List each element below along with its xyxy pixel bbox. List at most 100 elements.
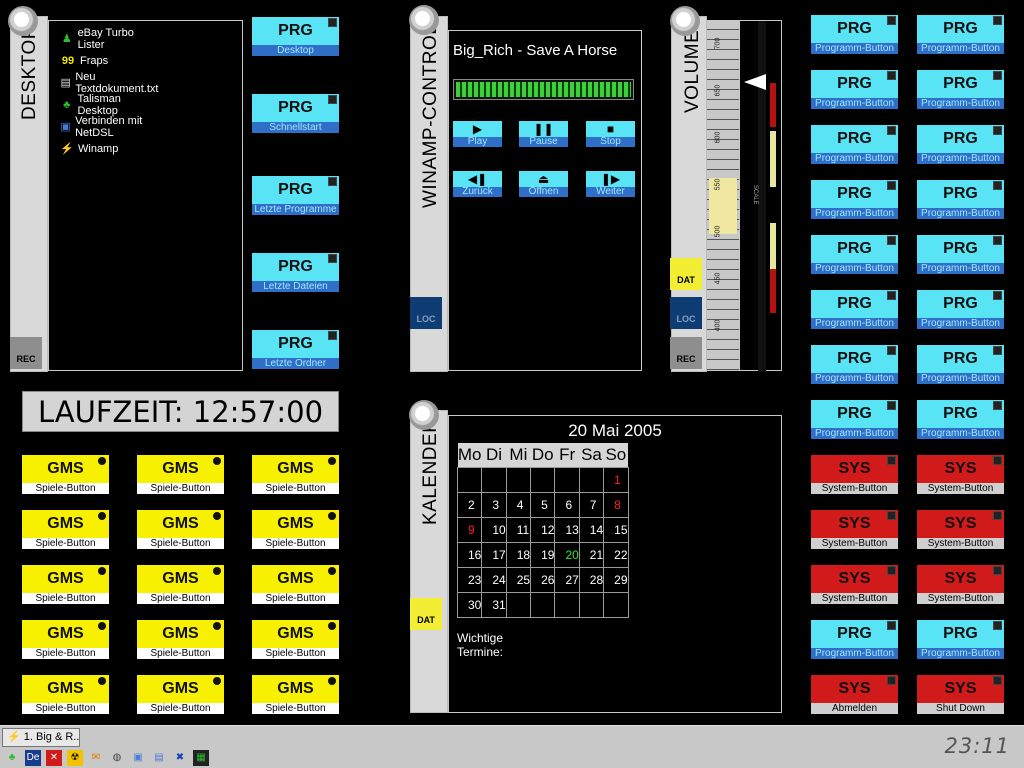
calendar-day[interactable]: 7 [578,491,605,518]
system-button-button[interactable]: SYS System-Button [811,565,898,604]
globe-icon[interactable]: ◍ [109,750,125,766]
calendar-day[interactable]: 5 [530,491,556,518]
calendar-day[interactable]: 19 [530,541,556,568]
system-button-button[interactable]: SYS System-Button [811,455,898,494]
programm-button-button[interactable]: PRG Programm-Button [917,180,1004,219]
game-button[interactable]: GMS Spiele-Button [137,455,224,494]
programm-button-button[interactable]: PRG Programm-Button [811,15,898,54]
calendar-day[interactable]: 28 [578,566,605,593]
calendar-day[interactable]: 30 [456,591,483,618]
calendar-day[interactable]: 18 [505,541,532,568]
de-icon[interactable]: De [25,750,41,766]
radioactive-icon[interactable]: ☢ [67,750,83,766]
programm-button-button[interactable]: PRG Programm-Button [917,400,1004,439]
taskbar-task-winamp[interactable]: ⚡ 1. Big & R... [2,728,80,747]
play-button[interactable]: ▶ Play [453,121,502,147]
programm-button-button[interactable]: PRG Programm-Button [917,125,1004,164]
dat-button[interactable]: DAT [410,598,442,630]
calendar-day[interactable]: 24 [481,566,507,593]
game-button[interactable]: GMS Spiele-Button [137,675,224,714]
game-button[interactable]: GMS Spiele-Button [252,510,339,549]
system-button-button[interactable]: SYS System-Button [811,510,898,549]
desktop-item-verbinden-mit-netdsl[interactable]: ▣ Verbinden mit NetDSL [60,115,161,139]
calendar-day[interactable]: 26 [530,566,556,593]
calendar-day[interactable]: 3 [481,491,507,518]
calendar-day[interactable]: 1 [603,466,629,493]
shut-down-button[interactable]: SYS Shut Down [917,675,1004,714]
calendar-day[interactable]: 11 [505,516,532,543]
flashget-icon[interactable]: ✕ [46,750,62,766]
weiter-button[interactable]: ❚▶ Weiter [586,171,635,197]
programm-button-button[interactable]: PRG Programm-Button [811,345,898,384]
programm-button-button[interactable]: PRG Programm-Button [811,400,898,439]
game-button[interactable]: GMS Spiele-Button [22,565,109,604]
game-button[interactable]: GMS Spiele-Button [252,620,339,659]
knob-icon[interactable] [8,6,38,36]
zur-ck-button[interactable]: ◀❚ Zurück [453,171,502,197]
calendar-icon[interactable]: ▤ [151,750,167,766]
knob-icon[interactable] [409,5,439,35]
calendar-day[interactable]: 13 [554,516,580,543]
system-button-button[interactable]: SYS System-Button [917,510,1004,549]
calendar-day[interactable]: 16 [456,541,483,568]
game-button[interactable]: GMS Spiele-Button [252,675,339,714]
knob-icon[interactable] [670,6,700,36]
calendar-day[interactable]: 29 [603,566,629,593]
programm-button-button[interactable]: PRG Programm-Button [811,620,898,659]
calendar-day[interactable]: 14 [578,516,605,543]
programm-button-button[interactable]: PRG Programm-Button [917,620,1004,659]
grid-icon[interactable]: ▦ [193,750,209,766]
programm-button-button[interactable]: PRG Programm-Button [811,235,898,274]
calendar-day[interactable]: 8 [603,491,629,518]
calendar-day[interactable]: 6 [554,491,580,518]
network-icon[interactable]: ▣ [130,750,146,766]
game-button[interactable]: GMS Spiele-Button [137,620,224,659]
programm-button-button[interactable]: PRG Programm-Button [917,290,1004,329]
calendar-day[interactable]: 23 [456,566,483,593]
desktop-item-winamp[interactable]: ⚡ Winamp [60,138,161,160]
game-button[interactable]: GMS Spiele-Button [252,455,339,494]
system-button-button[interactable]: SYS System-Button [917,565,1004,604]
calendar-day[interactable]: 17 [481,541,507,568]
calendar-day[interactable]: 21 [578,541,605,568]
calendar-day[interactable]: 20 [554,541,580,568]
calendar-day[interactable]: 10 [481,516,507,543]
ffnen-button[interactable]: ⏏ Öffnen [519,171,568,197]
loc-button[interactable]: LOC [670,297,702,329]
desktop-item-talisman-desktop[interactable]: ♣ Talisman Desktop [60,93,161,117]
programm-button-button[interactable]: PRG Programm-Button [811,180,898,219]
shortcut-letzte-programme-button[interactable]: PRG Letzte Programme [252,176,339,215]
calendar-day[interactable]: 31 [481,591,507,618]
desktop-item-fraps[interactable]: 99 Fraps [60,50,161,72]
shortcut-schnellstart-button[interactable]: PRG Schnellstart [252,94,339,133]
abmelden-button[interactable]: SYS Abmelden [811,675,898,714]
programm-button-button[interactable]: PRG Programm-Button [811,290,898,329]
calendar-day[interactable]: 4 [505,491,532,518]
calendar-day[interactable]: 12 [530,516,556,543]
shortcut-letzte-dateien-button[interactable]: PRG Letzte Dateien [252,253,339,292]
game-button[interactable]: GMS Spiele-Button [22,510,109,549]
cross-icon[interactable]: ✖ [172,750,188,766]
shortcut-letzte-ordner-button[interactable]: PRG Letzte Ordner [252,330,339,369]
rec-button[interactable]: REC [670,337,702,369]
knob-icon[interactable] [409,400,439,430]
calendar-day[interactable]: 9 [456,516,483,543]
desktop-item-ebay-turbo-lister[interactable]: ♟ eBay Turbo Lister [60,27,161,51]
mail-icon[interactable]: ✉ [88,750,104,766]
programm-button-button[interactable]: PRG Programm-Button [811,70,898,109]
game-button[interactable]: GMS Spiele-Button [137,565,224,604]
leaf-icon[interactable]: ♣ [4,750,20,766]
volume-slider-handle[interactable] [744,74,766,90]
loc-button[interactable]: LOC [410,297,442,329]
track-progress-bar[interactable] [453,79,634,100]
programm-button-button[interactable]: PRG Programm-Button [917,70,1004,109]
game-button[interactable]: GMS Spiele-Button [137,510,224,549]
calendar-day[interactable]: 15 [603,516,629,543]
programm-button-button[interactable]: PRG Programm-Button [811,125,898,164]
stop-button[interactable]: ■ Stop [586,121,635,147]
system-button-button[interactable]: SYS System-Button [917,455,1004,494]
shortcut-desktop-button[interactable]: PRG Desktop [252,17,339,56]
dat-button[interactable]: DAT [670,258,702,290]
programm-button-button[interactable]: PRG Programm-Button [917,235,1004,274]
game-button[interactable]: GMS Spiele-Button [22,455,109,494]
